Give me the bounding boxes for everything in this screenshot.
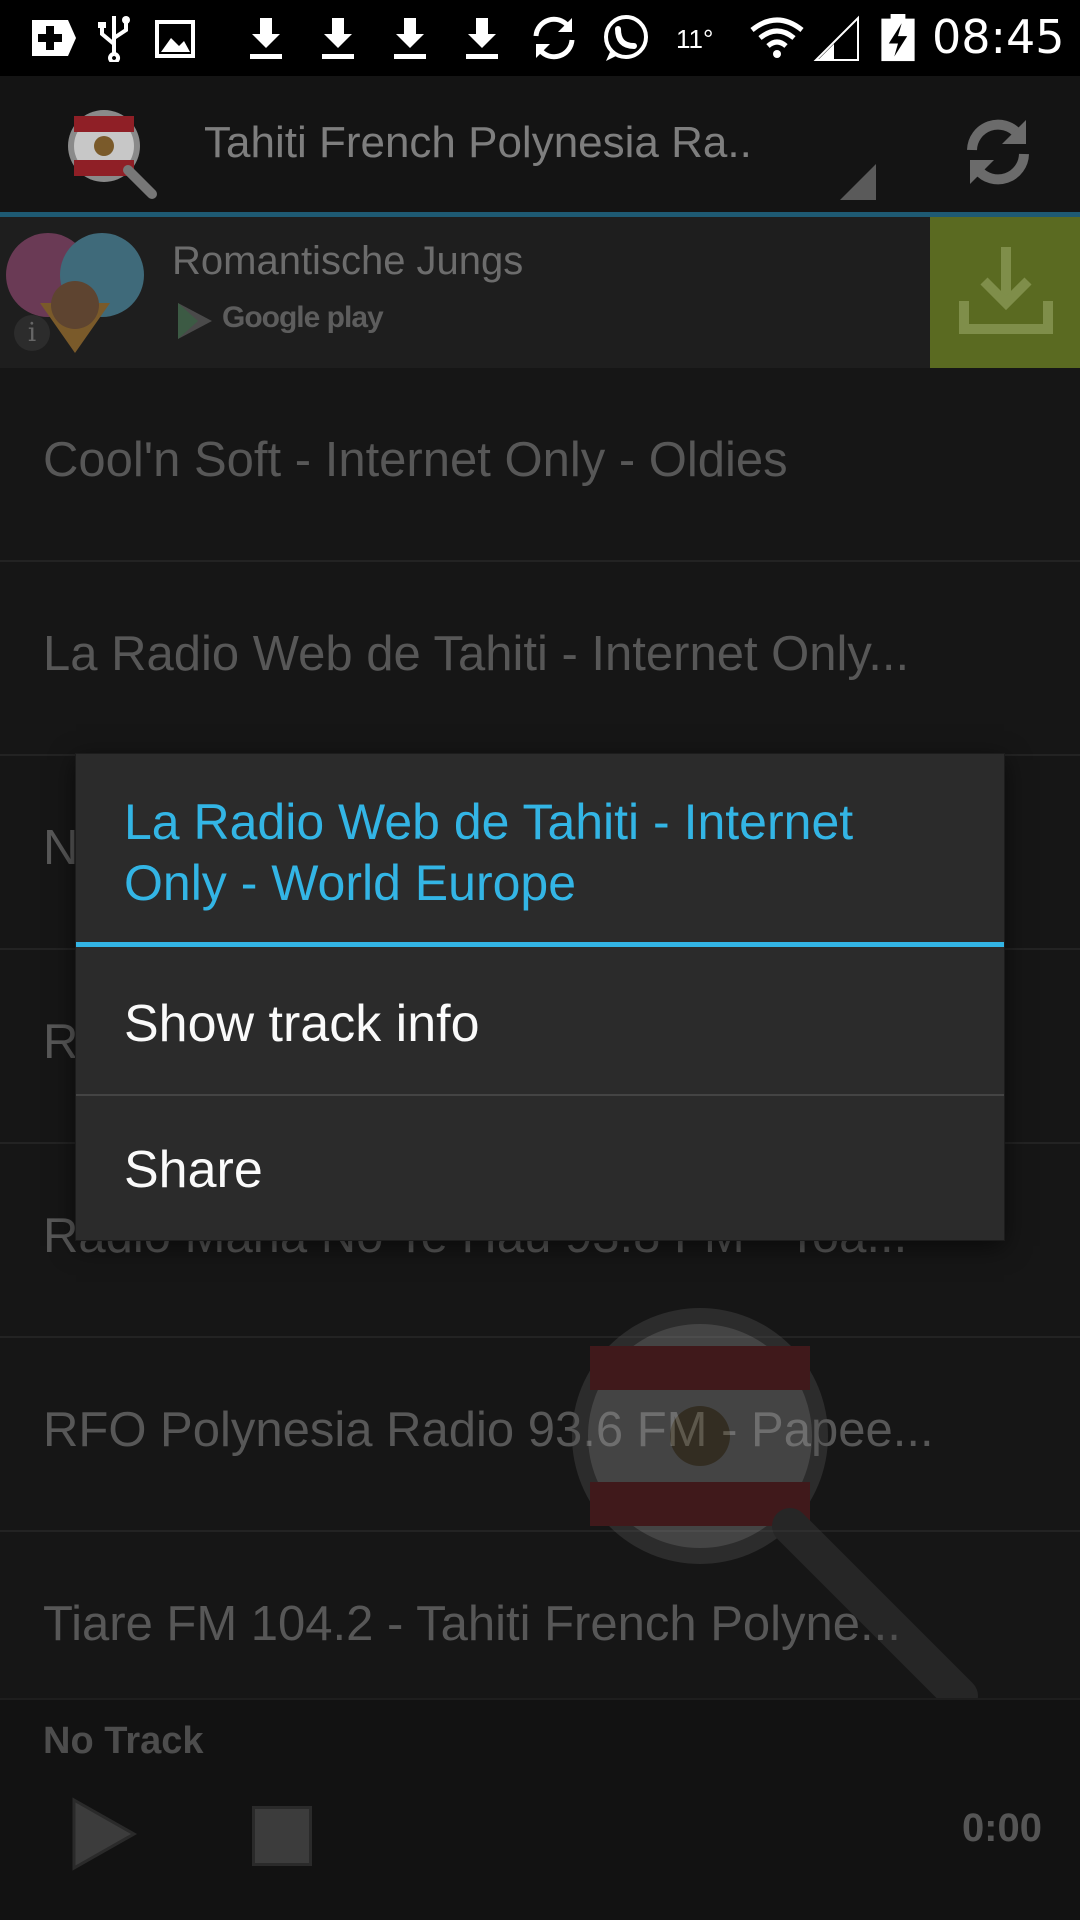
download-icon (394, 18, 426, 59)
image-icon (155, 20, 195, 58)
station-spinner[interactable]: Tahiti French Polynesia Ra.. (204, 118, 752, 168)
ad-download-button[interactable] (930, 217, 1080, 368)
play-icon[interactable] (68, 1796, 138, 1872)
status-bar: 11° 08:45 (0, 0, 1080, 76)
download-icon (322, 18, 354, 59)
list-item[interactable]: La Radio Web de Tahiti - Internet Only..… (0, 562, 1080, 756)
add-icon (32, 20, 76, 56)
menu-divider (76, 1094, 1004, 1096)
menu-item-label: Show track info (124, 995, 480, 1053)
google-play-icon (178, 303, 212, 339)
player-bar: No Track 0:00 (0, 1698, 1080, 1920)
dialog-title: La Radio Web de Tahiti - Internet Only -… (124, 794, 854, 911)
temperature-text: 11° (676, 24, 714, 54)
show-track-info-item[interactable]: Show track info (76, 952, 1004, 1094)
action-bar: Tahiti French Polynesia Ra.. (0, 76, 1080, 214)
share-item[interactable]: Share (76, 1098, 1004, 1240)
signal-icon (813, 15, 859, 61)
sync-icon (533, 16, 575, 60)
ad-banner[interactable]: i Romantische Jungs Google play (0, 217, 1080, 368)
stop-button[interactable] (252, 1806, 312, 1866)
station-label: La Radio Web de Tahiti - Internet Only..… (43, 627, 910, 681)
app-logo-icon[interactable] (62, 104, 158, 200)
download-icon (466, 18, 498, 59)
google-play-label: Google play (222, 301, 384, 334)
list-item[interactable]: Cool'n Soft - Internet Only - Oldies (0, 368, 1080, 562)
download-icon (250, 18, 282, 59)
dialog-title-divider (76, 942, 1004, 947)
battery-charging-icon (881, 14, 915, 62)
download-icon (959, 247, 1053, 334)
track-title: No Track (43, 1720, 204, 1762)
ad-info-icon[interactable]: i (14, 315, 50, 351)
menu-item-label: Share (124, 1141, 263, 1199)
whatsapp-icon (604, 15, 648, 61)
wifi-icon (750, 17, 804, 58)
clock-text: 08:45 (932, 10, 1065, 64)
elapsed-time: 0:00 (961, 1806, 1042, 1850)
usb-icon (98, 16, 130, 62)
spinner-arrow-icon[interactable] (840, 164, 876, 200)
context-menu-dialog: La Radio Web de Tahiti - Internet Only -… (76, 754, 1004, 1240)
refresh-icon[interactable] (958, 112, 1038, 192)
ad-title[interactable]: Romantische Jungs (172, 239, 523, 284)
station-label: Cool'n Soft - Internet Only - Oldies (43, 433, 788, 487)
